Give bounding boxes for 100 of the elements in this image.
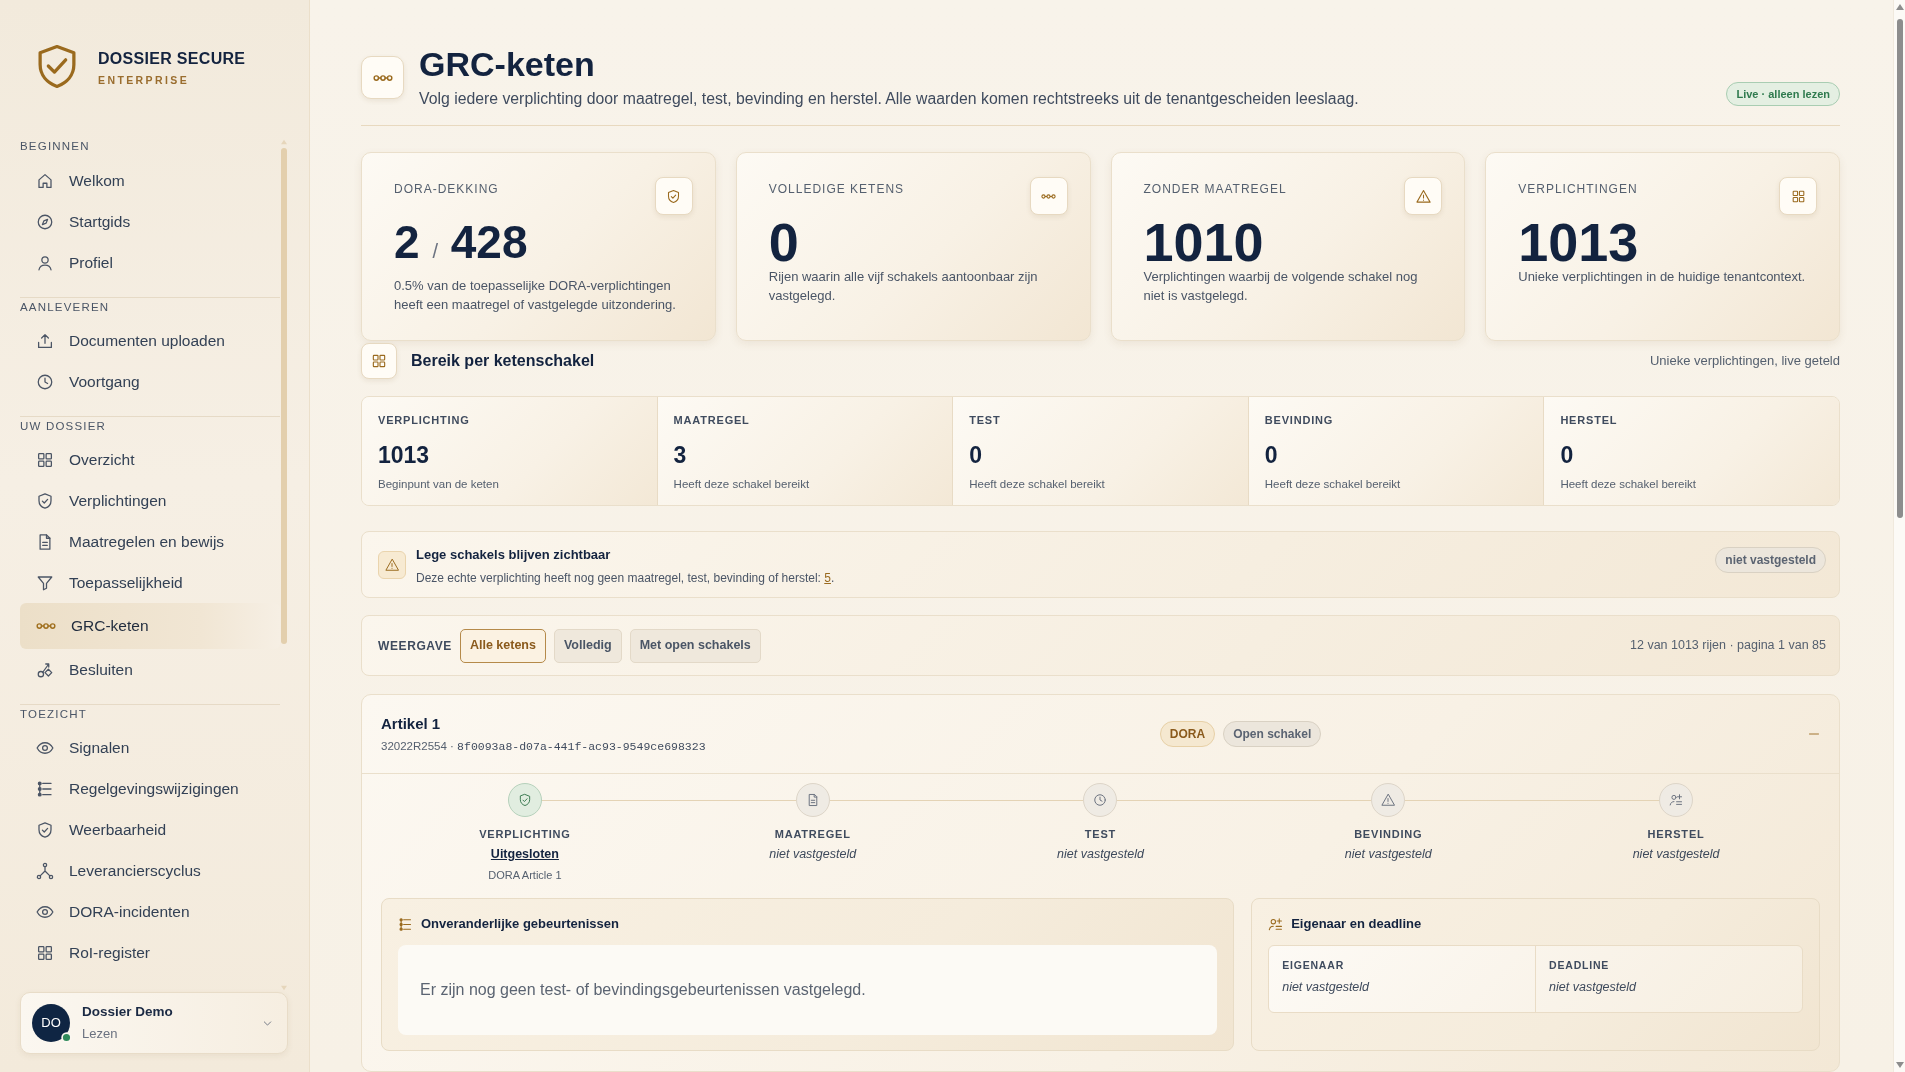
stat-label: DORA-DEKKING: [394, 181, 499, 197]
network-icon: [36, 861, 54, 880]
user-icon: [36, 253, 54, 272]
page-title: GRC-keten: [419, 44, 596, 84]
section-label: UW DOSSIER: [20, 420, 107, 433]
document-icon: [795, 783, 830, 817]
avatar: DO: [32, 1004, 70, 1042]
nav-item[interactable]: Overzicht: [20, 439, 280, 480]
list-icon: [36, 779, 54, 798]
shield-check-icon: [507, 783, 542, 817]
chain-title: Artikel 1: [381, 713, 442, 734]
filter-icon: [36, 573, 54, 592]
shield-check-icon: [36, 820, 54, 839]
step-label: HERSTEL: [1646, 827, 1706, 841]
stage-label: MAATREGEL: [673, 413, 751, 427]
chain-icon: [361, 56, 404, 99]
stage-caption: Heeft deze schakel bereikt: [969, 477, 1106, 492]
stat-label: VOLLEDIGE KETENS: [768, 181, 905, 197]
nav-item[interactable]: RoI-register: [20, 932, 280, 973]
grid-icon: [36, 450, 54, 469]
pagination-summary: 12 van 1013 rijen · pagina 1 van 85: [1630, 637, 1826, 655]
nav-item[interactable]: Startgids: [20, 201, 280, 242]
step-label: VERPLICHTING: [478, 827, 572, 841]
filter-label: WEERGAVE: [378, 637, 452, 655]
home-icon: [36, 171, 54, 190]
step-label: MAATREGEL: [773, 827, 852, 841]
warning-icon: [1371, 783, 1406, 817]
step-label: TEST: [1083, 827, 1118, 841]
panel-title: Onveranderlijke gebeurtenissen: [421, 915, 619, 933]
stat-value: 0: [768, 217, 800, 267]
shield-check-icon: [36, 491, 54, 510]
nav-item[interactable]: Besluiten: [20, 649, 280, 690]
compass-icon: [36, 212, 54, 231]
nav-item[interactable]: Profiel: [20, 242, 280, 283]
upload-icon: [36, 331, 54, 350]
step-link[interactable]: Uitgesloten: [490, 845, 559, 863]
filter-button[interactable]: Alle ketens: [459, 628, 546, 663]
brand-edition: ENTERPRISE: [98, 73, 191, 87]
scrollbar-thumb[interactable]: [281, 148, 287, 644]
nav-item[interactable]: Voortgang: [20, 361, 280, 402]
stage-count: 0: [969, 441, 983, 469]
stat-value: 1013: [1518, 217, 1640, 267]
clock-icon: [1083, 783, 1118, 817]
framework-tag: DORA: [1159, 721, 1216, 747]
field-label: DEADLINE: [1549, 958, 1611, 972]
stage-caption: Heeft deze schakel bereikt: [673, 477, 811, 492]
nav-item[interactable]: Regelgevingswijzigingen: [20, 768, 280, 809]
stage-count: 0: [1560, 441, 1575, 469]
stat-label: ZONDER MAATREGEL: [1143, 181, 1287, 197]
brand-name: DOSSIER SECURE: [98, 49, 246, 69]
nav-item[interactable]: Welkom: [20, 160, 280, 201]
stage-label: TEST: [969, 413, 1002, 427]
filter-button[interactable]: Volledig: [553, 628, 622, 663]
field-value: niet vastgesteld: [1282, 979, 1371, 996]
page-subtitle: Volg iedere verplichting door maatregel, test, bevinding en herstel. Alle waarden komen rechtstreeks uit de tenantgescheiden leeslaag.: [419, 89, 1360, 109]
step-value: niet vastgesteld: [769, 846, 857, 863]
stage-count: 1013: [378, 441, 431, 469]
section-label: TOEZICHT: [20, 708, 87, 721]
section-label: AANLEVEREN: [20, 301, 110, 314]
stat-description: Unieke verplichtingen in de huidige tenantcontext.: [1518, 268, 1807, 286]
status-tag: niet vastgesteld: [1715, 547, 1826, 573]
nav-item[interactable]: Weerbaarheid: [20, 809, 280, 850]
count-link[interactable]: 5: [824, 571, 831, 585]
stage-count: 3: [673, 441, 688, 469]
shield-logo-icon: [36, 44, 78, 89]
section-title: Bereik per ketenschakel: [411, 351, 596, 371]
user-role: Lezen: [82, 1025, 119, 1043]
status-badge: Live · alleen lezen: [1726, 81, 1840, 106]
step-label: BEVINDING: [1353, 827, 1424, 841]
user-name: Dossier Demo: [82, 1003, 174, 1021]
document-icon: [36, 532, 54, 551]
user-card[interactable]: DO Dossier Demo Lezen: [20, 992, 288, 1054]
scroll-up-icon[interactable]: [1894, 3, 1905, 11]
field-value: niet vastgesteld: [1549, 979, 1638, 996]
stage-caption: Heeft deze schakel bereikt: [1264, 477, 1402, 492]
nav-item[interactable]: Toepasselijkheid: [20, 562, 280, 603]
chain-icon: [1029, 177, 1068, 215]
filter-button[interactable]: Met open schakels: [629, 628, 761, 663]
step-value: niet vastgesteld: [1344, 846, 1432, 863]
shapes-icon: [36, 660, 54, 679]
stage-caption: Heeft deze schakel bereikt: [1560, 477, 1697, 492]
list-icon: [398, 916, 413, 932]
nav-item[interactable]: Documenten uploaden: [20, 320, 280, 361]
stat-label: VERPLICHTINGEN: [1518, 181, 1638, 197]
nav-item[interactable]: Maatregelen en bewijs: [20, 521, 280, 562]
nav-item[interactable]: Verplichtingen: [20, 480, 280, 521]
stage-caption: Beginpunt van de keten: [378, 477, 500, 492]
grid-icon: [36, 943, 54, 962]
nav-item[interactable]: Leverancierscyclus: [20, 850, 280, 891]
empty-message: Er zijn nog geen test- of bevindingsgebeurtenissen vastgelegd.: [398, 945, 1218, 1035]
nav-item[interactable]: DORA-incidenten: [20, 891, 280, 932]
step-value: niet vastgesteld: [1632, 846, 1720, 863]
stage-count: 0: [1264, 441, 1279, 469]
nav-item[interactable]: Signalen: [20, 727, 280, 768]
stage-label: HERSTEL: [1560, 413, 1619, 427]
panel-title: Eigenaar en deadline: [1291, 915, 1422, 933]
scrollbar-thumb[interactable]: [1896, 19, 1903, 518]
clock-icon: [36, 372, 54, 391]
scroll-down-icon[interactable]: [1894, 1061, 1905, 1069]
warning-icon: [1404, 177, 1443, 215]
